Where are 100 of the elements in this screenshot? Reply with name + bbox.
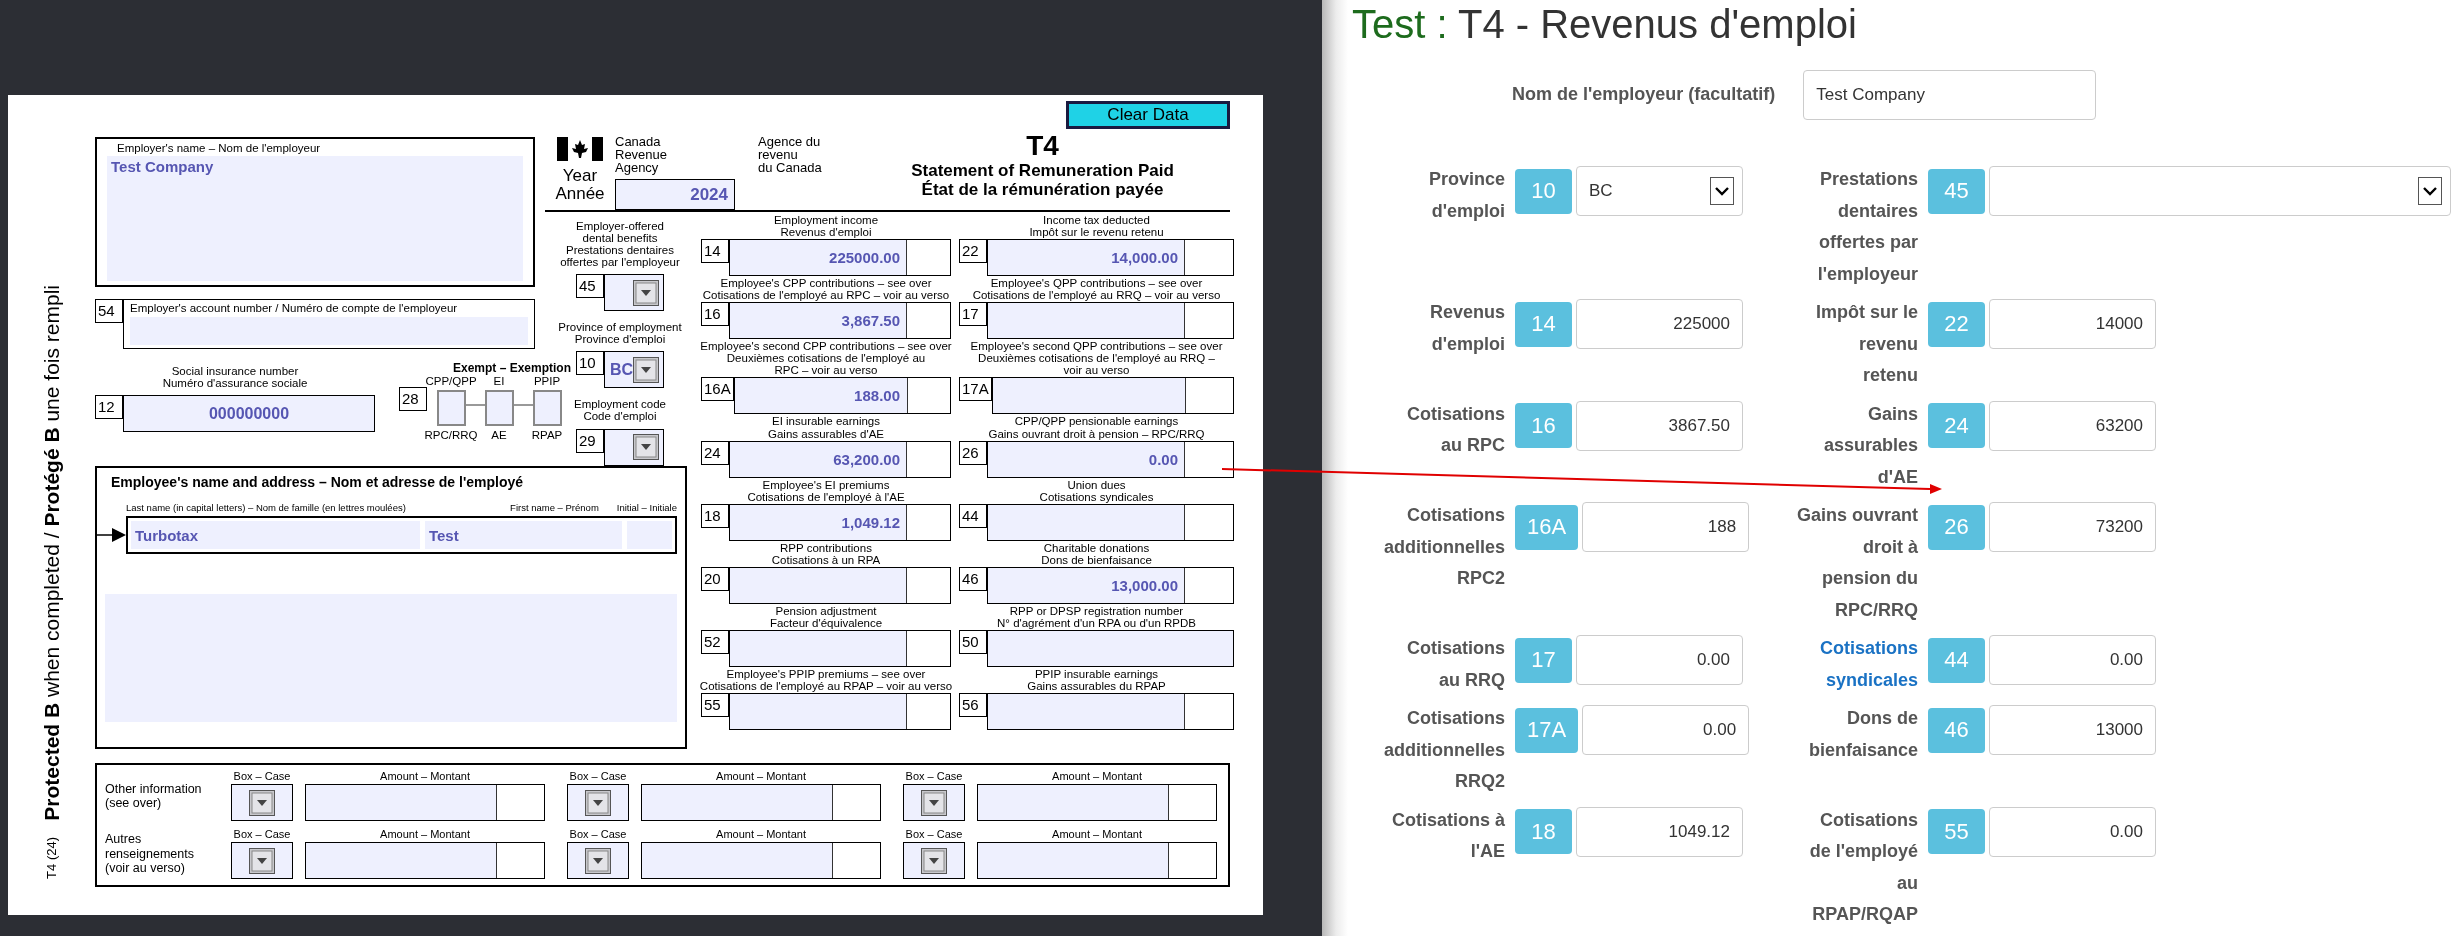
field-label: Revenus d'emploi bbox=[1428, 301, 1505, 356]
text-field[interactable] bbox=[987, 629, 1234, 667]
dropdown-field[interactable] bbox=[567, 842, 629, 879]
field-label: Box – Case bbox=[569, 829, 627, 841]
checkbox[interactable] bbox=[436, 390, 466, 427]
year-field[interactable]: 2024 bbox=[615, 179, 735, 210]
dropdown-field[interactable]: BC bbox=[1576, 166, 1743, 216]
dropdown-field[interactable] bbox=[231, 784, 293, 821]
year-label: Year Année bbox=[555, 167, 605, 203]
box-badge: 10 bbox=[1515, 168, 1572, 214]
box-badge: 16A bbox=[1515, 504, 1579, 550]
amount-input[interactable]: 0.00 bbox=[1989, 806, 2156, 857]
checkbox[interactable] bbox=[532, 390, 562, 427]
field-label: Amount – Montant bbox=[716, 771, 806, 783]
box-number: 10 bbox=[576, 351, 604, 376]
amount-input[interactable]: 188 bbox=[1582, 502, 1750, 552]
box-badge: 45 bbox=[1928, 168, 1985, 214]
field-label: Gains ouvrant droit à pension du RPC/RRQ bbox=[1795, 504, 1918, 622]
field-label: Cotisations additionnelles RRQ2 bbox=[1382, 707, 1505, 793]
amount-field[interactable] bbox=[305, 842, 545, 879]
dropdown-field[interactable] bbox=[604, 274, 664, 312]
field-label: Employee's CPP contributions – see over Cotisations de l'employé au RPC – voir au verso bbox=[702, 277, 950, 302]
first-name-field[interactable]: Test bbox=[424, 521, 623, 549]
amount-field[interactable] bbox=[977, 842, 1217, 879]
last-name-field[interactable]: Turbotax bbox=[131, 521, 420, 549]
section-label: Other information (see over) bbox=[104, 781, 203, 811]
amount-input[interactable]: 63200 bbox=[1989, 400, 2156, 451]
field-label: CPP/QPP pensionable earnings Gains ouvrant droit à pension – RPC/RRQ bbox=[988, 415, 1205, 440]
box-number: 55 bbox=[701, 693, 729, 718]
box-badge: 44 bbox=[1928, 637, 1985, 683]
amount-field[interactable]: 3,867.50 bbox=[729, 302, 951, 340]
box-number: 46 bbox=[959, 566, 987, 591]
box-badge: 26 bbox=[1928, 504, 1985, 550]
amount-field[interactable]: 1,049.12 bbox=[729, 503, 951, 541]
field-label: Nom de l'employeur (facultatif) bbox=[1512, 83, 1776, 107]
amount-input[interactable]: 3867.50 bbox=[1576, 400, 1743, 451]
amount-field[interactable] bbox=[977, 784, 1217, 821]
amount-input[interactable]: 1049.12 bbox=[1576, 806, 1743, 857]
field-label: Amount – Montant bbox=[1052, 771, 1142, 783]
sin-field[interactable]: 000000000 bbox=[123, 395, 375, 433]
dropdown-icon bbox=[633, 279, 659, 306]
field-label: Employment income Revenus d'emploi bbox=[773, 214, 879, 239]
chevron-down-icon bbox=[1710, 177, 1734, 205]
field-label: Amount – Montant bbox=[380, 829, 470, 841]
dropdown-field[interactable] bbox=[231, 842, 293, 879]
field-label: Box – Case bbox=[905, 829, 963, 841]
amount-field[interactable] bbox=[991, 377, 1234, 415]
field-label: Cotisations à l'AE bbox=[1390, 808, 1505, 863]
amount-field[interactable]: 63,200.00 bbox=[729, 440, 951, 478]
field-label: Box – Case bbox=[233, 771, 291, 783]
section-title: Employee's name and address – Nom et adresse de l'employé bbox=[110, 474, 525, 490]
checkbox[interactable] bbox=[484, 390, 514, 427]
field-label: Employee's second CPP contributions – see over Deuxièmes cotisations de l'employé au RPC – voir au verso bbox=[700, 340, 952, 377]
field-link[interactable]: Cotisations syndicales bbox=[1768, 633, 1918, 696]
amount-input[interactable]: 73200 bbox=[1989, 502, 2156, 552]
field-label: Union dues Cotisations syndicales bbox=[1039, 478, 1154, 503]
box-number: 16A bbox=[701, 377, 734, 402]
box-number: 18 bbox=[701, 503, 729, 528]
field-label: Amount – Montant bbox=[380, 771, 470, 783]
amount-field[interactable] bbox=[641, 784, 881, 821]
amount-field[interactable] bbox=[729, 629, 951, 667]
box-number: 12 bbox=[95, 395, 123, 420]
checkbox-label: RPAP bbox=[531, 429, 563, 442]
box-number: 52 bbox=[701, 629, 729, 654]
amount-input[interactable]: 225000 bbox=[1576, 299, 1743, 349]
amount-input[interactable]: 0.00 bbox=[1582, 705, 1750, 755]
amount-field[interactable] bbox=[305, 784, 545, 821]
amount-field[interactable]: 0.00 bbox=[987, 440, 1234, 478]
dropdown-field[interactable] bbox=[604, 428, 664, 466]
amount-field[interactable] bbox=[729, 566, 951, 604]
field-label: Employer's name – Nom de l'employeur bbox=[116, 142, 322, 155]
field-label: Charitable donations Dons de bienfaisance bbox=[1041, 541, 1152, 566]
amount-field[interactable]: 188.00 bbox=[733, 377, 951, 415]
amount-input[interactable]: 13000 bbox=[1989, 705, 2156, 755]
employer-name-field[interactable]: Test Company bbox=[107, 156, 523, 281]
amount-field[interactable] bbox=[729, 693, 951, 731]
amount-field[interactable] bbox=[641, 842, 881, 879]
amount-input[interactable]: 14000 bbox=[1989, 299, 2156, 349]
amount-field[interactable]: 13,000.00 bbox=[987, 566, 1234, 604]
amount-field[interactable]: 225000.00 bbox=[729, 239, 951, 277]
amount-input[interactable]: 0.00 bbox=[1989, 635, 2156, 685]
column-label: First name – Prénom bbox=[510, 502, 599, 513]
field-label: Employment code Code d'emploi bbox=[573, 398, 666, 423]
amount-field[interactable] bbox=[987, 302, 1234, 340]
field-label: Social insurance number Numéro d'assurance sociale bbox=[162, 365, 308, 390]
amount-field[interactable]: 14,000.00 bbox=[987, 239, 1234, 277]
dropdown-field[interactable] bbox=[903, 842, 965, 879]
dropdown-field[interactable] bbox=[567, 784, 629, 821]
employer-input[interactable]: Test Company bbox=[1803, 70, 2097, 120]
box-badge: 18 bbox=[1515, 809, 1572, 854]
amount-field[interactable] bbox=[987, 503, 1234, 541]
box-badge: 22 bbox=[1928, 301, 1985, 347]
amount-input[interactable]: 0.00 bbox=[1576, 635, 1743, 685]
box-number: 29 bbox=[576, 428, 604, 453]
amount-field[interactable] bbox=[987, 693, 1234, 731]
clear-data-button[interactable]: Clear Data bbox=[1066, 101, 1230, 129]
field-label: Employee's PPIP premiums – see over Cotisations de l'employé au RPAP – voir au verso bbox=[699, 667, 953, 693]
chevron-down-icon bbox=[2418, 177, 2442, 205]
dropdown-field[interactable]: BC bbox=[604, 351, 664, 389]
dropdown-field[interactable] bbox=[903, 784, 965, 821]
